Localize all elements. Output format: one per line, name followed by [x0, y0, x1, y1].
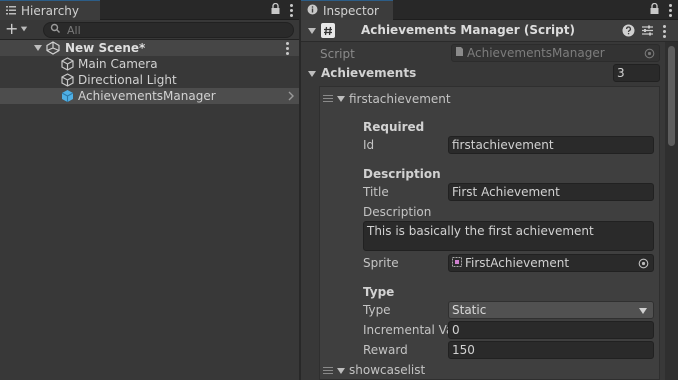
- script-label: Script: [320, 47, 355, 61]
- title-label: Title: [363, 185, 389, 199]
- hierarchy-search[interactable]: [43, 22, 294, 38]
- sprite-label: Sprite: [363, 256, 399, 270]
- hierarchy-item-label: Main Camera: [78, 57, 158, 71]
- drag-handle-icon[interactable]: [323, 95, 333, 102]
- lock-icon[interactable]: [650, 2, 659, 17]
- component-title: Achievements Manager (Script): [361, 23, 575, 37]
- title-value: First Achievement: [452, 185, 560, 199]
- inspector-scrollbar[interactable]: [665, 42, 678, 380]
- hierarchy-item[interactable]: Directional Light: [0, 72, 299, 88]
- gameobject-icon: [61, 89, 74, 106]
- inspector-tabbar: Inspector: [301, 0, 678, 20]
- script-hash-icon: [321, 23, 335, 38]
- hierarchy-tree: New Scene* Main Camera Directional Light…: [0, 40, 299, 380]
- inspector-panel: Inspector Achievements Manager (Script) …: [301, 0, 678, 380]
- description-textarea[interactable]: This is basically the first achievement: [363, 221, 654, 251]
- reward-field[interactable]: 150: [448, 341, 654, 359]
- achievements-count-field[interactable]: 3: [613, 64, 660, 82]
- script-field: AchievementsManager: [451, 44, 660, 62]
- info-icon: [307, 4, 318, 18]
- inspector-tab-label: Inspector: [323, 3, 379, 18]
- hierarchy-item-label: Directional Light: [78, 73, 177, 87]
- more-options-icon[interactable]: [290, 3, 293, 17]
- search-input[interactable]: [67, 23, 267, 37]
- script-value: AchievementsManager: [467, 46, 605, 60]
- title-field[interactable]: First Achievement: [448, 183, 654, 201]
- hierarchy-item-selected[interactable]: AchievementsManager: [0, 88, 299, 104]
- hierarchy-panel: Hierarchy + New Scene*: [0, 0, 299, 380]
- object-picker-icon: [644, 48, 655, 61]
- create-button[interactable]: +: [5, 21, 28, 37]
- hierarchy-tab[interactable]: Hierarchy: [0, 0, 100, 20]
- element-foldout-arrow-icon[interactable]: [337, 368, 345, 374]
- help-icon[interactable]: [622, 24, 635, 40]
- incremental-value: 0: [452, 323, 460, 337]
- description-label: Description: [363, 205, 432, 219]
- incremental-field[interactable]: 0: [448, 321, 654, 339]
- preset-sliders-icon[interactable]: [641, 24, 654, 40]
- inspector-tab[interactable]: Inspector: [301, 0, 393, 20]
- hierarchy-toolbar: +: [0, 20, 299, 40]
- hierarchy-tab-label: Hierarchy: [21, 3, 80, 18]
- chevron-right-icon[interactable]: [287, 90, 295, 105]
- id-value: firstachievement: [452, 138, 554, 152]
- hierarchy-item-label: AchievementsManager: [78, 89, 216, 103]
- list-foldout-arrow-icon[interactable]: [308, 71, 316, 77]
- type-value: Static: [452, 303, 487, 317]
- scene-name: New Scene*: [65, 41, 146, 55]
- plus-icon: +: [5, 19, 19, 38]
- drag-handle-icon[interactable]: [323, 367, 333, 374]
- type-label: Type: [363, 303, 391, 317]
- reward-value: 150: [452, 343, 475, 357]
- next-element-name: showcaselist: [349, 363, 426, 377]
- caret-down-icon: [21, 26, 28, 32]
- description-header: Description: [363, 167, 441, 181]
- dropdown-arrow-icon: [639, 308, 647, 314]
- scrollbar-thumb[interactable]: [668, 46, 675, 146]
- scene-options-icon[interactable]: [286, 42, 289, 55]
- sprite-value: FirstAchievement: [465, 256, 570, 270]
- scene-row[interactable]: New Scene*: [0, 40, 299, 56]
- incremental-label: Incremental Va: [363, 323, 448, 337]
- hierarchy-tabbar: Hierarchy: [0, 0, 299, 20]
- lock-icon[interactable]: [271, 2, 280, 17]
- hierarchy-item[interactable]: Main Camera: [0, 56, 299, 72]
- search-icon: [50, 23, 61, 37]
- script-file-icon: [455, 46, 464, 60]
- element-foldout-arrow-icon[interactable]: [337, 96, 345, 102]
- expand-arrow-icon[interactable]: [34, 45, 42, 51]
- element-name: firstachievement: [349, 92, 451, 106]
- component-header[interactable]: Achievements Manager (Script): [301, 20, 678, 42]
- reward-label: Reward: [363, 343, 408, 357]
- id-label: Id: [363, 138, 375, 152]
- type-dropdown[interactable]: Static: [448, 301, 654, 319]
- sprite-field[interactable]: FirstAchievement: [448, 254, 654, 272]
- required-header: Required: [363, 120, 425, 134]
- component-options-icon[interactable]: [663, 25, 666, 38]
- description-value: This is basically the first achievement: [367, 224, 594, 238]
- id-field[interactable]: firstachievement: [448, 136, 654, 154]
- more-options-icon[interactable]: [669, 3, 672, 17]
- sprite-icon: [452, 256, 462, 270]
- object-picker-icon[interactable]: [638, 258, 649, 271]
- achievements-count: 3: [617, 66, 625, 80]
- type-header: Type: [363, 285, 395, 299]
- foldout-arrow-icon[interactable]: [308, 28, 316, 34]
- list-icon: [6, 4, 16, 18]
- achievements-label: Achievements: [321, 66, 417, 80]
